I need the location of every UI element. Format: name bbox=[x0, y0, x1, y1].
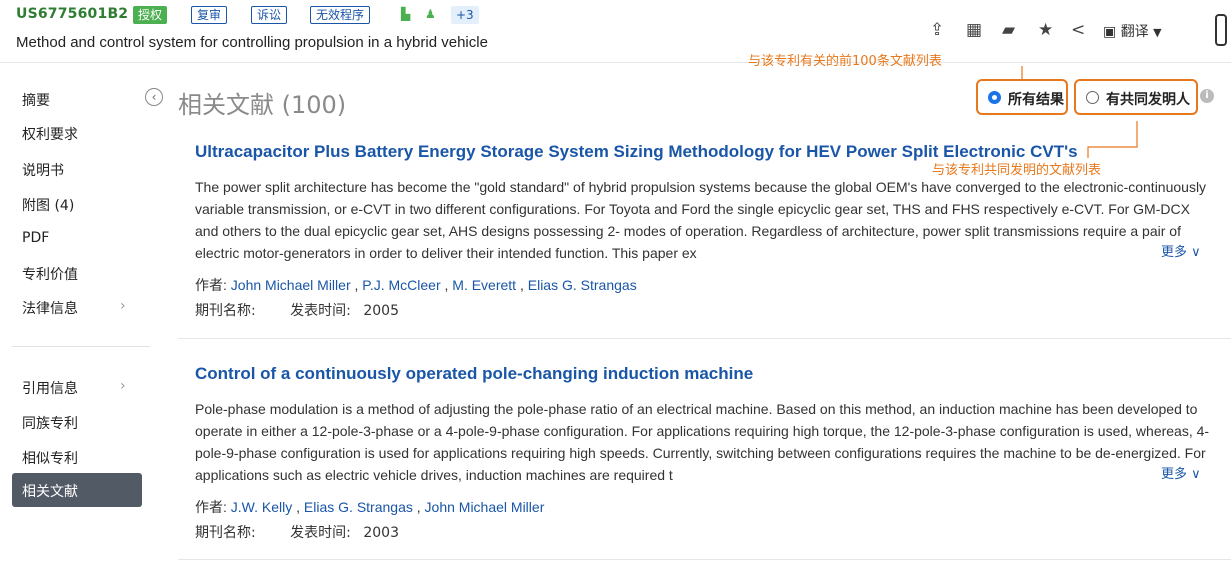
sidebar-item-literature[interactable]: 相关文献 bbox=[12, 473, 142, 507]
sidebar-item-legal[interactable]: 法律信息 bbox=[22, 298, 78, 318]
share-icon[interactable]: < bbox=[1071, 20, 1085, 40]
result-divider bbox=[178, 559, 1231, 560]
related-literature-panel: 相关文献 (100) 所有结果 有共同发明人 i Ultracapacitor … bbox=[170, 63, 1231, 564]
radio-unselected-icon bbox=[1086, 91, 1099, 104]
result-abstract: Pole-phase modulation is a method of adj… bbox=[195, 401, 1210, 483]
date-label: 发表时间: bbox=[290, 303, 351, 319]
author-link[interactable]: John Michael Miller bbox=[231, 277, 351, 293]
sidebar-item-similar[interactable]: 相似专利 bbox=[22, 448, 78, 468]
result-title[interactable]: Ultracapacitor Plus Battery Energy Stora… bbox=[195, 142, 1078, 162]
author-link[interactable]: John Michael Miller bbox=[425, 499, 545, 515]
badge-granted: 授权 bbox=[133, 6, 168, 24]
author-link[interactable]: P.J. McCleer bbox=[362, 277, 440, 293]
sidebar-item-citations[interactable]: 引用信息 bbox=[22, 378, 78, 398]
collapse-sidebar-icon[interactable]: ‹ bbox=[145, 88, 163, 106]
badge-more[interactable]: +3 bbox=[451, 6, 479, 24]
double-chevron-down-icon: ∨ bbox=[1191, 467, 1201, 482]
badge-litigation[interactable]: 诉讼 bbox=[251, 6, 288, 24]
publish-year: 2005 bbox=[363, 303, 399, 319]
filter-all-results[interactable]: 所有结果 bbox=[976, 79, 1068, 115]
more-label: 更多 bbox=[1161, 245, 1188, 260]
more-button[interactable]: 更多 ∨ bbox=[1159, 463, 1201, 482]
result-meta: 期刊名称: 发表时间: 2003 bbox=[195, 522, 429, 542]
person-icon: ♟ bbox=[425, 7, 436, 21]
journal-label: 期刊名称: bbox=[195, 525, 256, 541]
filter-all-label: 所有结果 bbox=[1008, 92, 1064, 108]
date-label: 发表时间: bbox=[290, 525, 351, 541]
patent-number[interactable]: US6775601B2 bbox=[16, 6, 128, 22]
chevron-right-icon: › bbox=[120, 298, 126, 314]
more-label: 更多 bbox=[1161, 467, 1188, 482]
sidebar-item-abstract[interactable]: 摘要 bbox=[22, 90, 50, 110]
author-link[interactable]: J.W. Kelly bbox=[231, 499, 292, 515]
filter-co-label: 有共同发明人 bbox=[1106, 92, 1190, 108]
patent-title: Method and control system for controllin… bbox=[16, 34, 488, 51]
translate-label: 翻译 bbox=[1120, 24, 1149, 40]
more-button[interactable]: 更多 ∨ bbox=[1159, 241, 1201, 260]
publish-year: 2003 bbox=[363, 525, 399, 541]
sidebar-item-description[interactable]: 说明书 bbox=[22, 160, 64, 180]
panel-toggle-button[interactable] bbox=[1215, 14, 1227, 46]
patent-header: US6775601B2 授权 复审 诉讼 无效程序 ▙ ♟ +3 Method … bbox=[0, 0, 1231, 63]
chevron-down-icon: ▼ bbox=[1153, 26, 1162, 39]
author-link[interactable]: Elias G. Strangas bbox=[304, 499, 413, 515]
filter-co-inventor[interactable]: 有共同发明人 bbox=[1074, 79, 1198, 115]
chevron-right-icon: › bbox=[120, 378, 126, 394]
sidebar-item-claims[interactable]: 权利要求 bbox=[22, 124, 78, 144]
folder-icon[interactable]: ▰ bbox=[1002, 20, 1015, 40]
author-link[interactable]: Elias G. Strangas bbox=[528, 277, 637, 293]
author-link[interactable]: M. Everett bbox=[452, 277, 516, 293]
translate-button[interactable]: ▣ 翻译 ▼ bbox=[1103, 21, 1162, 41]
result-meta: 期刊名称: 发表时间: 2005 bbox=[195, 300, 429, 320]
result-authors: 作者: J.W. Kelly , Elias G. Strangas , Joh… bbox=[195, 499, 545, 515]
sidebar: 摘要 权利要求 说明书 附图 (4) PDF 专利价值 法律信息 › 引用信息 … bbox=[0, 63, 160, 564]
result-divider bbox=[178, 338, 1231, 339]
sidebar-item-pdf[interactable]: PDF bbox=[22, 230, 49, 246]
sidebar-item-value[interactable]: 专利价值 bbox=[22, 264, 78, 284]
radio-selected-icon bbox=[988, 91, 1001, 104]
pdf-download-icon[interactable]: ▦ bbox=[966, 20, 982, 40]
sidebar-item-family[interactable]: 同族专利 bbox=[22, 413, 78, 433]
badge-reexam[interactable]: 复审 bbox=[191, 6, 228, 24]
double-chevron-down-icon: ∨ bbox=[1191, 245, 1201, 260]
sidebar-item-figures[interactable]: 附图 (4) bbox=[22, 195, 74, 215]
journal-label: 期刊名称: bbox=[195, 303, 256, 319]
result-title[interactable]: Control of a continuously operated pole-… bbox=[195, 364, 753, 384]
section-title: 相关文献 (100) bbox=[178, 91, 347, 119]
translate-icon: ▣ bbox=[1103, 24, 1117, 40]
sidebar-divider bbox=[12, 346, 150, 347]
author-prefix: 作者: bbox=[195, 499, 227, 515]
people-icon: ▙ bbox=[401, 7, 411, 21]
result-authors: 作者: John Michael Miller , P.J. McCleer ,… bbox=[195, 277, 637, 293]
badge-invalidation[interactable]: 无效程序 bbox=[310, 6, 371, 24]
author-prefix: 作者: bbox=[195, 277, 227, 293]
result-abstract: The power split architecture has become … bbox=[195, 179, 1207, 261]
info-icon[interactable]: i bbox=[1200, 89, 1214, 103]
star-icon[interactable]: ★ bbox=[1038, 20, 1053, 40]
share-out-icon[interactable]: ⇪ bbox=[930, 20, 944, 40]
sidebar-item-label: 相关文献 bbox=[22, 484, 78, 500]
